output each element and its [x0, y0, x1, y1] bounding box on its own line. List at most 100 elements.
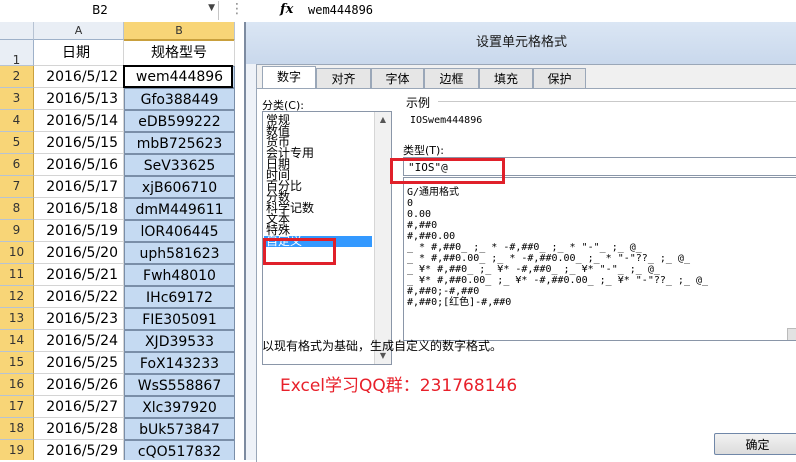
type-label: 类型(T): [403, 144, 445, 157]
format-item[interactable]: G/通用格式 [407, 187, 459, 198]
format-scrollbar[interactable] [787, 328, 796, 340]
cell-header-spec[interactable]: 规格型号 [124, 40, 235, 66]
drag-handle-icon[interactable]: ⋮ [230, 1, 245, 17]
cell-spec[interactable]: FIE305091 [124, 308, 235, 330]
format-item[interactable]: _ * #,##0.00_ ;_ * -#,##0.00_ ;_ * "-"??… [407, 253, 690, 264]
row-header[interactable]: 8 [0, 198, 34, 220]
dialog-title: 设置单元格格式 [246, 22, 796, 64]
row-header[interactable]: 3 [0, 88, 34, 110]
cell-date[interactable]: 2016/5/29 [34, 440, 124, 460]
formula-input[interactable]: wem444896 [308, 3, 373, 17]
row-header[interactable]: 14 [0, 330, 34, 352]
watermark-text: Excel学习QQ群：231768146 [280, 376, 518, 396]
cell-date[interactable]: 2016/5/26 [34, 374, 124, 396]
cell-date[interactable]: 2016/5/28 [34, 418, 124, 440]
scroll-up-icon[interactable]: ▲ [377, 114, 389, 126]
cell-date[interactable]: 2016/5/15 [34, 132, 124, 154]
cell-spec[interactable]: eDB599222 [124, 110, 235, 132]
format-item[interactable]: #,##0 [407, 220, 437, 231]
cell-header-date[interactable]: 日期 [34, 40, 124, 66]
format-item[interactable]: 0.00 [407, 209, 431, 220]
tab-font[interactable]: 字体 [371, 68, 424, 88]
row-header[interactable]: 12 [0, 286, 34, 308]
tab-fill[interactable]: 填充 [479, 68, 533, 88]
row-header[interactable]: 16 [0, 374, 34, 396]
cell-spec[interactable]: Gfo388449 [124, 88, 235, 110]
cell-date[interactable]: 2016/5/19 [34, 220, 124, 242]
formula-bar: B2 ▼ ⋮ fx wem444896 [0, 0, 796, 23]
cell-spec[interactable]: bUk573847 [124, 418, 235, 440]
row-header[interactable]: 15 [0, 352, 34, 374]
format-item[interactable]: #,##0;[红色]-#,##0 [407, 297, 511, 308]
cell-date[interactable]: 2016/5/18 [34, 198, 124, 220]
chevron-down-icon[interactable]: ▼ [208, 3, 215, 13]
cell-spec[interactable]: XJD39533 [124, 330, 235, 352]
cell-date[interactable]: 2016/5/16 [34, 154, 124, 176]
row-header[interactable]: 10 [0, 242, 34, 264]
row-header[interactable]: 6 [0, 154, 34, 176]
format-item[interactable]: #,##0;-#,##0 [407, 286, 479, 297]
insert-function-button[interactable]: fx [280, 2, 293, 17]
row-header[interactable]: 1 [0, 40, 34, 67]
cell-spec[interactable]: lOR406445 [124, 220, 235, 242]
cell-date[interactable]: 2016/5/13 [34, 88, 124, 110]
row-header[interactable]: 11 [0, 264, 34, 286]
ok-button[interactable]: 确定 [714, 433, 796, 455]
cell-spec[interactable]: mbB725623 [124, 132, 235, 154]
cell-date[interactable]: 2016/5/14 [34, 110, 124, 132]
dialog-body: 数字 对齐 字体 边框 填充 保护 分类(C): 常规 数值 货币 会计专用 日期 时间百… [256, 64, 796, 462]
divider [438, 101, 796, 102]
cell-spec[interactable]: SeV33625 [124, 154, 235, 176]
cell-date[interactable]: 2016/5/21 [34, 264, 124, 286]
cell-spec[interactable]: cQO517832 [124, 440, 235, 460]
cell-date[interactable]: 2016/5/27 [34, 396, 124, 418]
cell-spec[interactable]: xjB606710 [124, 176, 235, 198]
tab-number[interactable]: 数字 [262, 66, 316, 88]
column-header-a[interactable]: A [34, 22, 124, 40]
cell-spec[interactable]: IHc69172 [124, 286, 235, 308]
cell-date[interactable]: 2016/5/22 [34, 286, 124, 308]
format-item[interactable]: _ * #,##0_ ;_ * -#,##0_ ;_ * "-"_ ;_ @_ [407, 242, 642, 253]
sample-label: 示例 [406, 96, 431, 110]
format-item[interactable]: #,##0.00 [407, 231, 455, 242]
column-header-b[interactable]: B [124, 22, 235, 41]
row-header[interactable]: 18 [0, 418, 34, 440]
row-header[interactable]: 9 [0, 220, 34, 242]
cell-date[interactable]: 2016/5/23 [34, 308, 124, 330]
spreadsheet-grid: A B 1日期规格型号 22016/5/12wem444896 32016/5/13… [0, 22, 246, 460]
row-header[interactable]: 13 [0, 308, 34, 330]
tab-protection[interactable]: 保护 [533, 68, 586, 88]
highlight-box-category [263, 238, 336, 265]
tab-alignment[interactable]: 对齐 [316, 68, 371, 88]
cell-date[interactable]: 2016/5/25 [34, 352, 124, 374]
category-scrollbar[interactable]: ▲ ▼ [374, 112, 391, 364]
row-header[interactable]: 4 [0, 110, 34, 132]
format-item[interactable]: 0 [407, 198, 413, 209]
cell-spec[interactable]: dmM449611 [124, 198, 235, 220]
cell-spec[interactable]: FoX143233 [124, 352, 235, 374]
active-cell[interactable]: wem444896 [124, 66, 235, 88]
cell-date[interactable]: 2016/5/12 [34, 66, 124, 88]
cell-spec[interactable]: WsS558867 [124, 374, 235, 396]
name-box-value: B2 [92, 3, 108, 17]
cell-date[interactable]: 2016/5/24 [34, 330, 124, 352]
format-item[interactable]: _ ¥* #,##0.00_ ;_ ¥* -#,##0.00_ ;_ ¥* "-… [407, 275, 708, 286]
name-box[interactable]: B2 ▼ [0, 1, 219, 20]
cell-spec[interactable]: Xlc397920 [124, 396, 235, 418]
highlight-box-type [390, 158, 505, 184]
select-all-corner[interactable] [0, 22, 34, 40]
cell-spec[interactable]: uph581623 [124, 242, 235, 264]
format-description: 以现有格式为基础，生成自定义的数字格式。 [262, 339, 503, 353]
format-code-list[interactable]: G/通用格式 0 0.00 #,##0 #,##0.00 _ * #,##0_ ;_ * … [403, 177, 796, 341]
tab-border[interactable]: 边框 [424, 68, 479, 88]
cell-date[interactable]: 2016/5/17 [34, 176, 124, 198]
sample-group: 示例 IOSwem444896 [400, 94, 796, 134]
cell-date[interactable]: 2016/5/20 [34, 242, 124, 264]
row-header[interactable]: 17 [0, 396, 34, 418]
row-header[interactable]: 2 [0, 66, 34, 88]
row-header[interactable]: 19 [0, 440, 34, 460]
cell-spec[interactable]: Fwh48010 [124, 264, 235, 286]
row-header[interactable]: 5 [0, 132, 34, 154]
format-item[interactable]: _ ¥* #,##0_ ;_ ¥* -#,##0_ ;_ ¥* "-"_ ;_ … [407, 264, 660, 275]
row-header[interactable]: 7 [0, 176, 34, 198]
